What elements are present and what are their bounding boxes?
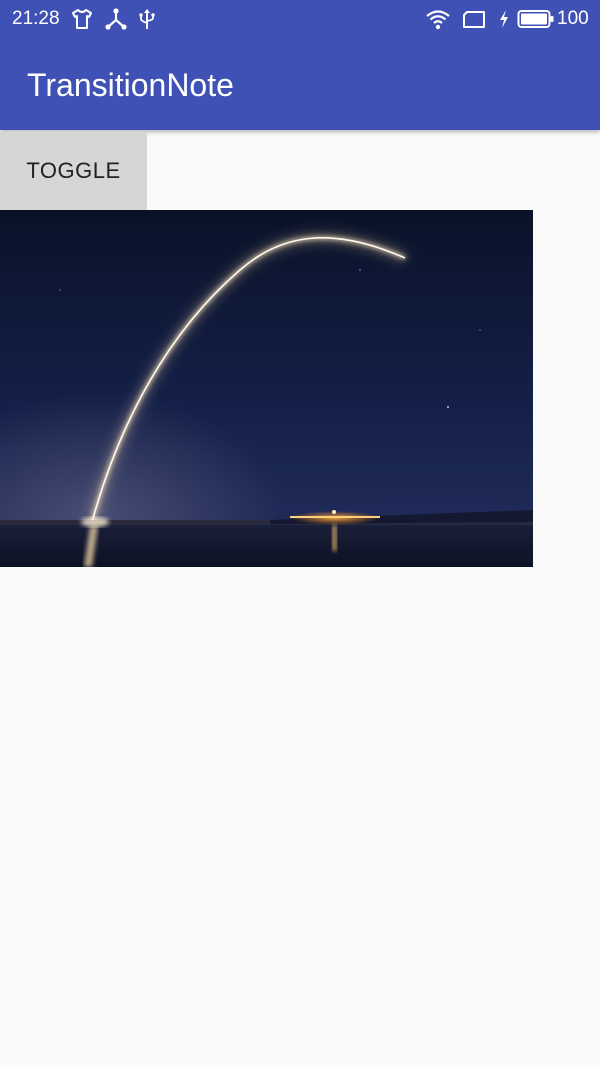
battery-icon [517,10,554,28]
rocket-launch-photo [0,210,533,567]
tshirt-icon [72,9,92,29]
status-bar: 21:28 100 [0,0,600,38]
app-bar: TransitionNote [0,38,600,130]
screen-rotation-icon [463,11,485,28]
wifi-icon [426,10,450,30]
toggle-button[interactable]: TOGGLE [0,132,147,210]
rocket-launch-image [0,210,533,567]
app-title: TransitionNote [27,67,234,103]
charging-bolt-icon [500,10,508,28]
battery-level: 100 [557,8,589,29]
status-time: 21:28 [12,8,60,29]
share-network-icon [105,8,127,30]
usb-icon [139,9,155,29]
